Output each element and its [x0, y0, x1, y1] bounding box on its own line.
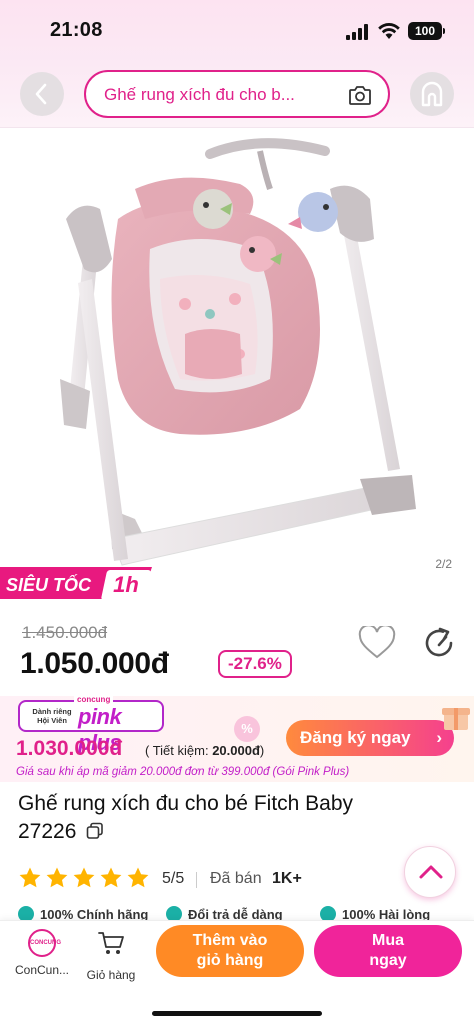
- percent-badge-icon: %: [234, 716, 260, 742]
- buy-now-label-line2: ngay: [369, 952, 407, 969]
- current-price: 1.050.000đ: [20, 647, 169, 680]
- gift-icon: [442, 708, 470, 730]
- star-icon: [46, 867, 68, 888]
- store-logo-icon: CONCUNG: [28, 929, 61, 957]
- store-label: ConCun...: [14, 963, 70, 977]
- product-title-text: Ghế rung xích đu cho bé Fitch Baby 27226: [18, 792, 354, 843]
- bottom-action-bar: CONCUNG ConCun... Giỏ hàng Thêm vào giỏ …: [0, 920, 474, 1024]
- share-icon[interactable]: [422, 626, 456, 660]
- nav-bar: Ghế rung xích đu cho b...: [0, 64, 474, 128]
- chevron-up-icon: [419, 865, 443, 879]
- cart-button[interactable]: Giỏ hàng: [80, 929, 142, 982]
- star-icon: [19, 867, 41, 888]
- add-to-cart-label-line1: Thêm vào: [192, 932, 268, 949]
- express-label: SIÊU TỐC: [6, 575, 92, 595]
- rating-score: 5/5: [162, 870, 185, 887]
- pink-plus-logo: concung Dành riêng Hội Viên pink plus: [18, 695, 164, 755]
- add-to-cart-label-line2: giỏ hàng: [196, 952, 264, 969]
- store-button[interactable]: CONCUNG ConCun...: [10, 929, 74, 977]
- status-bar: 21:08 100: [0, 0, 474, 64]
- search-query-text: Ghế rung xích đu cho b...: [104, 85, 295, 104]
- home-icon: [421, 81, 443, 107]
- product-title: Ghế rung xích đu cho bé Fitch Baby 27226: [18, 790, 378, 846]
- back-icon: [35, 83, 47, 105]
- buy-now-button[interactable]: Mua ngay: [314, 925, 462, 977]
- sold-count: 1K+: [272, 870, 302, 887]
- wifi-icon: [378, 23, 400, 39]
- home-indicator: [152, 1011, 322, 1016]
- divider: [196, 872, 197, 888]
- star-rating: [18, 866, 150, 892]
- check-badge-icon: [18, 906, 34, 921]
- express-delivery-badge: SIÊU TỐC 1h: [0, 567, 152, 599]
- member-price-note: Giá sau khi áp mã giảm 20.000đ đơn từ 39…: [16, 766, 350, 778]
- guarantee-strip: 100% Chính hãng Đổi trả dễ dàng 100% Hài…: [0, 903, 474, 921]
- guarantee-returns: Đổi trả dễ dàng: [166, 906, 283, 921]
- image-counter: 2/2: [435, 557, 452, 571]
- cart-icon: [98, 932, 124, 954]
- star-icon: [100, 867, 122, 888]
- scroll-to-top-button[interactable]: [404, 846, 456, 898]
- heart-icon[interactable]: [358, 626, 396, 660]
- buy-now-label-line1: Mua: [372, 932, 404, 949]
- express-time: 1h: [113, 572, 139, 597]
- concung-wordmark: concung: [74, 695, 114, 704]
- battery-indicator: 100: [408, 22, 442, 40]
- star-icon: [73, 867, 95, 888]
- battery-tip: [443, 28, 445, 34]
- back-button[interactable]: [20, 72, 64, 116]
- register-now-button[interactable]: Đăng ký ngay ›: [286, 720, 454, 756]
- discount-badge: -27.6%: [218, 650, 292, 678]
- pink-plus-banner: concung Dành riêng Hội Viên pink plus 1.…: [0, 695, 474, 782]
- member-price: 1.030.000đ: [16, 737, 123, 760]
- thumbs-up-icon: [320, 906, 336, 921]
- product-image-gallery[interactable]: 2/2 SIÊU TỐC 1h: [0, 129, 474, 599]
- exchange-icon: [166, 906, 182, 921]
- search-input[interactable]: Ghế rung xích đu cho b...: [84, 70, 390, 118]
- add-to-cart-button[interactable]: Thêm vào giỏ hàng: [156, 925, 304, 977]
- home-button[interactable]: [410, 72, 454, 116]
- member-savings: ( Tiết kiệm: 20.000đ): [145, 743, 265, 758]
- original-price: 1.450.000đ: [22, 623, 108, 642]
- copy-icon[interactable]: [86, 822, 104, 840]
- register-now-label: Đăng ký ngay: [300, 728, 411, 747]
- star-icon: [127, 867, 149, 888]
- guarantee-authentic: 100% Chính hãng: [18, 906, 148, 921]
- cart-label: Giỏ hàng: [86, 968, 136, 982]
- status-time: 21:08: [50, 19, 103, 41]
- member-exclusive-label: Dành riêng Hội Viên: [32, 707, 72, 725]
- camera-icon[interactable]: [348, 84, 372, 106]
- product-photo-baby-swing: [60, 138, 416, 566]
- guarantee-satisfaction: 100% Hài lòng: [320, 906, 430, 921]
- signal-icon: [346, 24, 370, 40]
- sold-label: Đã bán: [210, 870, 262, 887]
